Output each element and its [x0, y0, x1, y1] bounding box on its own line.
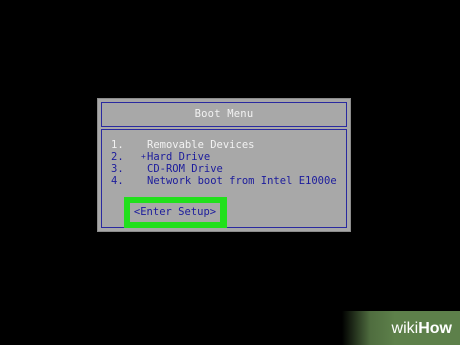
- boot-item-hard-drive[interactable]: 2. + Hard Drive: [102, 151, 348, 163]
- wikihow-watermark: wikiHow: [342, 311, 460, 345]
- boot-item-cd-rom-drive[interactable]: 3. CD-ROM Drive: [102, 163, 348, 175]
- boot-item-number: 2.: [111, 151, 124, 163]
- enter-setup-option[interactable]: <Enter Setup>: [130, 203, 220, 222]
- boot-item-label: CD-ROM Drive: [147, 163, 223, 175]
- bios-screen: Boot Menu 1. Removable Devices 2. + Hard…: [0, 0, 460, 345]
- boot-item-label: Network boot from Intel E1000e: [147, 175, 337, 187]
- boot-item-label: Removable Devices: [147, 139, 255, 151]
- boot-item-number: 1.: [111, 139, 124, 151]
- boot-item-label: Hard Drive: [147, 151, 211, 163]
- boot-item-number: 3.: [111, 163, 124, 175]
- boot-item-number: 4.: [111, 175, 124, 187]
- boot-menu-title-bar: Boot Menu: [101, 102, 347, 127]
- boot-item-removable-devices[interactable]: 1. Removable Devices: [102, 139, 348, 151]
- boot-menu-title: Boot Menu: [194, 108, 254, 120]
- boot-item-network-boot[interactable]: 4. Network boot from Intel E1000e: [102, 175, 348, 187]
- wikihow-logo: wikiHow: [392, 320, 452, 338]
- wikihow-logo-part1: wiki: [391, 320, 419, 337]
- expand-marker-icon: +: [141, 152, 146, 161]
- wikihow-logo-part2: How: [418, 320, 452, 337]
